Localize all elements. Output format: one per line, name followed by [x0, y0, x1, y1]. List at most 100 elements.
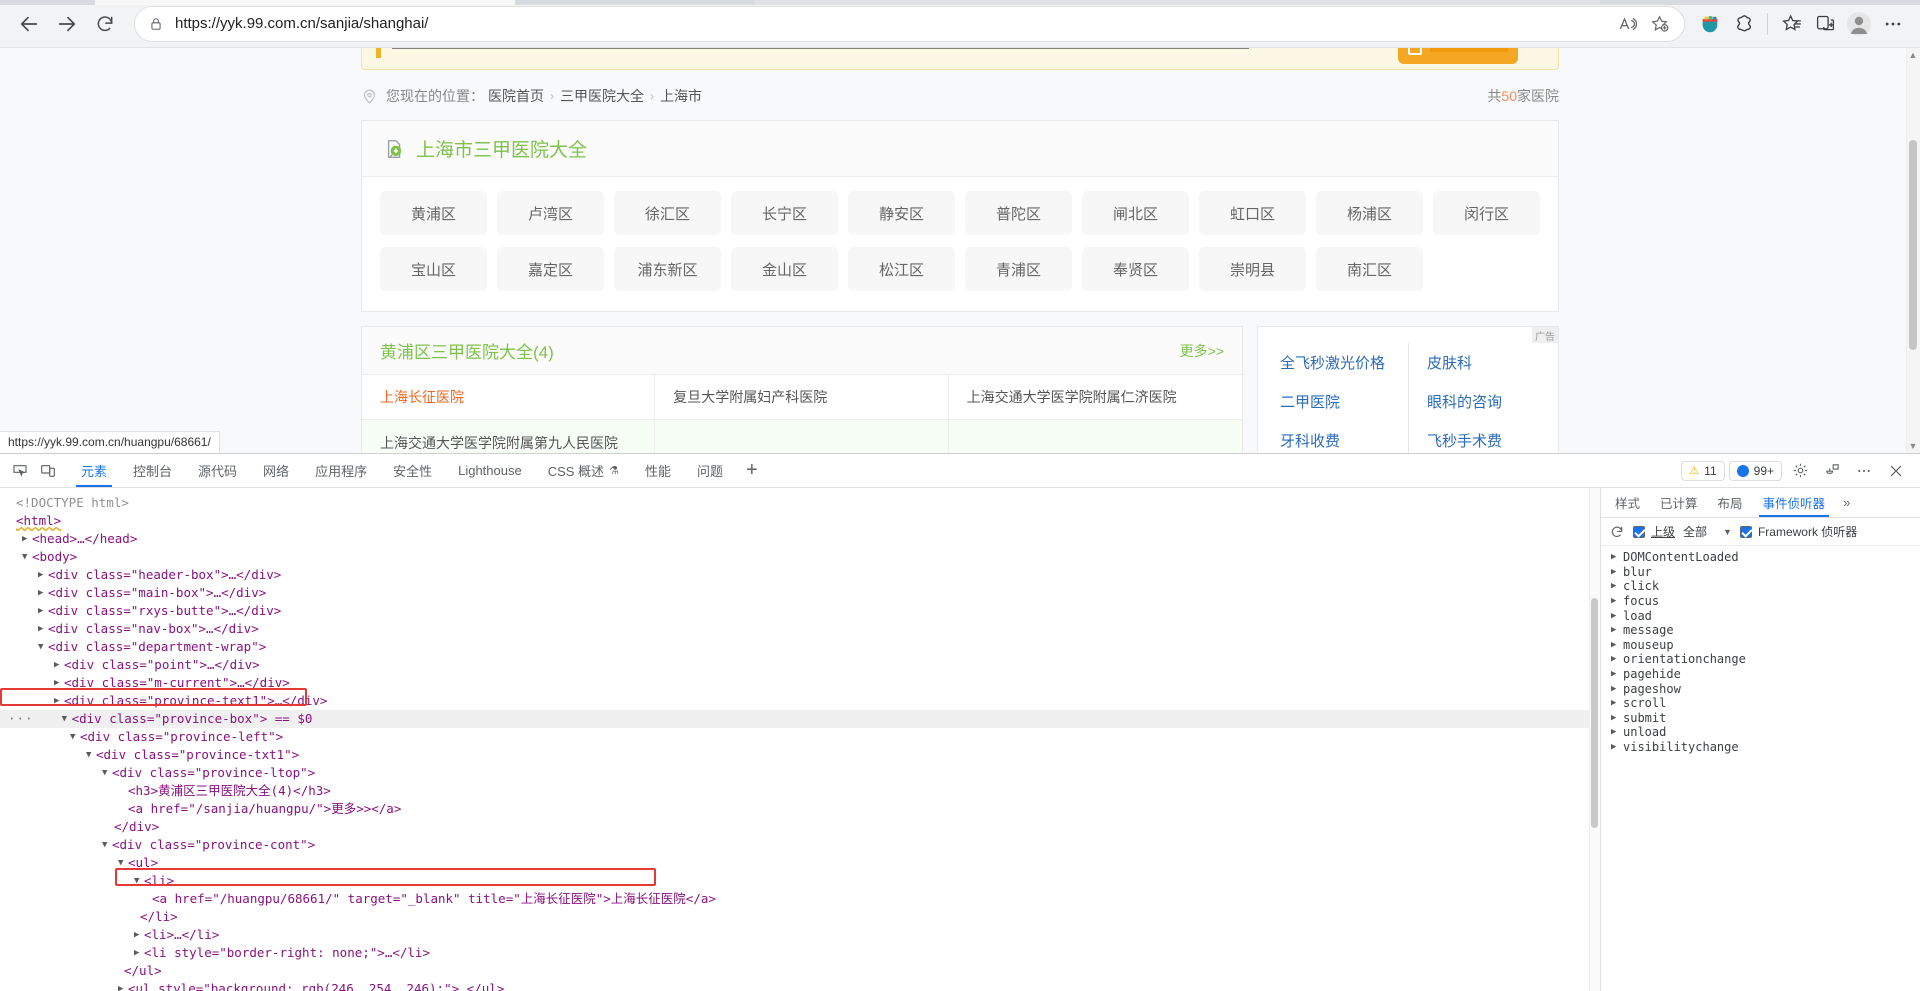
- hospital-item[interactable]: 复旦大学附属妇产科医院: [655, 375, 949, 420]
- event-listener-row[interactable]: ▶ submit: [1601, 711, 1920, 726]
- expand-triangle-icon[interactable]: ▶: [1611, 581, 1623, 591]
- top-promo-banner[interactable]: [361, 48, 1559, 70]
- dom-line-li-3[interactable]: ▶ <li style="border-right: none;">…</li>: [0, 944, 1600, 962]
- tab-console[interactable]: 控制台: [120, 454, 185, 487]
- expand-triangle-icon[interactable]: ▶: [54, 656, 64, 674]
- dom-line-province-box-selected[interactable]: ··· ▼ <div class="province-box"> == $0: [0, 710, 1600, 728]
- dom-line-h3[interactable]: <h3>黄浦区三甲医院大全(4)</h3>: [0, 782, 1600, 800]
- district-button[interactable]: 普陀区: [965, 191, 1072, 235]
- sidebar-tab-layout[interactable]: 布局: [1708, 488, 1753, 517]
- breadcrumb-item-home[interactable]: 医院首页: [488, 86, 544, 106]
- event-listener-row[interactable]: ▶ DOMContentLoaded: [1601, 550, 1920, 565]
- district-button[interactable]: 浦东新区: [614, 247, 721, 291]
- banner-cta-button[interactable]: [1398, 48, 1518, 64]
- district-button[interactable]: 崇明县: [1199, 247, 1306, 291]
- dom-line-header-box[interactable]: ▶ <div class="header-box">…</div>: [0, 566, 1600, 584]
- event-listener-row[interactable]: ▶ unload: [1601, 725, 1920, 740]
- browser-tab-active[interactable]: [95, 0, 515, 5]
- expand-triangle-icon[interactable]: ▶: [134, 944, 144, 962]
- message-count-badge[interactable]: 99+: [1728, 460, 1782, 481]
- dom-line-anchor-hospital[interactable]: <a href="/huangpu/68661/" target="_blank…: [0, 890, 1600, 908]
- hospital-list-more-link[interactable]: 更多>>: [1180, 341, 1224, 361]
- page-scrollbar[interactable]: ▲ ▼: [1906, 48, 1920, 453]
- expand-triangle-icon[interactable]: ▶: [1611, 567, 1623, 577]
- expand-triangle-icon[interactable]: ▶: [1611, 611, 1623, 621]
- ancestors-checkbox[interactable]: [1633, 525, 1645, 538]
- breadcrumb-ellipsis[interactable]: ···: [8, 710, 34, 728]
- tab-strip[interactable]: [0, 0, 1920, 5]
- dom-line-province-left[interactable]: ▼ <div class="province-left">: [0, 728, 1600, 746]
- event-filter-select[interactable]: 全部 ▼: [1681, 523, 1734, 540]
- collections-colorful-icon[interactable]: [1693, 7, 1727, 41]
- devtools-more-options-icon[interactable]: [1850, 458, 1878, 484]
- district-button[interactable]: 奉贤区: [1082, 247, 1189, 291]
- tab-security[interactable]: 安全性: [380, 454, 445, 487]
- more-tabs-button[interactable]: +: [736, 454, 768, 487]
- warning-count-badge[interactable]: ⚠ 11: [1681, 460, 1725, 481]
- dom-line-ul-2[interactable]: ▶ <ul style="background: rgb(246, 254, 24…: [0, 980, 1600, 991]
- ad-link[interactable]: 全飞秒激光价格: [1258, 343, 1408, 382]
- dom-line-body[interactable]: ▼ <body>: [0, 548, 1600, 566]
- collapse-triangle-icon[interactable]: ▼: [70, 728, 80, 746]
- district-button[interactable]: 金山区: [731, 247, 838, 291]
- district-button[interactable]: 虹口区: [1199, 191, 1306, 235]
- expand-triangle-icon[interactable]: ▶: [1611, 698, 1623, 708]
- expand-triangle-icon[interactable]: ▶: [1611, 640, 1623, 650]
- devtools-close-icon[interactable]: [1882, 458, 1910, 484]
- ad-link[interactable]: 飞秒手术费: [1408, 421, 1558, 453]
- dom-line-more-anchor[interactable]: <a href="/sanjia/huangpu/">更多>></a>: [0, 800, 1600, 818]
- event-listener-row[interactable]: ▶ pageshow: [1601, 681, 1920, 696]
- expand-triangle-icon[interactable]: ▶: [1611, 596, 1623, 606]
- dom-line-rxys-butte[interactable]: ▶ <div class="rxys-butte">…</div>: [0, 602, 1600, 620]
- forward-button[interactable]: [48, 5, 86, 43]
- collapse-triangle-icon[interactable]: ▼: [22, 548, 32, 566]
- sidebar-tab-computed[interactable]: 已计算: [1650, 488, 1708, 517]
- inspect-element-icon[interactable]: [6, 458, 34, 484]
- collapse-triangle-icon[interactable]: ▼: [102, 836, 112, 854]
- expand-triangle-icon[interactable]: ▶: [38, 566, 48, 584]
- dom-line-html[interactable]: <html>: [0, 512, 1600, 530]
- dom-line-department-wrap[interactable]: ▼ <div class="department-wrap">: [0, 638, 1600, 656]
- collapse-triangle-icon[interactable]: ▼: [62, 710, 72, 728]
- dom-line-li-2[interactable]: ▶ <li>…</li>: [0, 926, 1600, 944]
- hospital-item[interactable]: 上海交通大学医学院附属第九人民医院: [362, 420, 656, 453]
- expand-triangle-icon[interactable]: ▶: [38, 584, 48, 602]
- collapse-triangle-icon[interactable]: ▼: [86, 746, 96, 764]
- framework-listeners-checkbox[interactable]: [1739, 525, 1752, 538]
- address-bar[interactable]: https://yyk.99.com.cn/sanjia/shanghai/: [134, 5, 1685, 42]
- devtools-customize-icon[interactable]: [1818, 458, 1846, 484]
- dom-line-province-text1-a[interactable]: ▶ <div class="province-text1">…</div>: [0, 692, 1600, 710]
- district-button[interactable]: 嘉定区: [497, 247, 604, 291]
- collapse-triangle-icon[interactable]: ▼: [118, 854, 128, 872]
- tab-sources[interactable]: 源代码: [185, 454, 250, 487]
- district-button[interactable]: 静安区: [848, 191, 955, 235]
- expand-triangle-icon[interactable]: ▶: [38, 602, 48, 620]
- district-button[interactable]: 闸北区: [1082, 191, 1189, 235]
- expand-triangle-icon[interactable]: ▶: [118, 980, 128, 991]
- hospital-item[interactable]: 上海长征医院: [362, 375, 656, 420]
- tab-issues[interactable]: 问题: [684, 454, 736, 487]
- event-listener-row[interactable]: ▶ scroll: [1601, 696, 1920, 711]
- browser-settings-more-icon[interactable]: [1876, 7, 1910, 41]
- event-listener-row[interactable]: ▶ blur: [1601, 565, 1920, 580]
- event-listener-row[interactable]: ▶ load: [1601, 608, 1920, 623]
- scroll-up-arrow[interactable]: ▲: [1908, 50, 1918, 60]
- dom-line-main-box[interactable]: ▶ <div class="main-box">…</div>: [0, 584, 1600, 602]
- event-listener-row[interactable]: ▶ message: [1601, 623, 1920, 638]
- dom-line-province-ltop[interactable]: ▼ <div class="province-ltop">: [0, 764, 1600, 782]
- district-button[interactable]: 宝山区: [380, 247, 487, 291]
- dom-tree-pane[interactable]: <!DOCTYPE html> <html> ▶ <head>…</head> ▼…: [0, 488, 1600, 991]
- dom-line-li[interactable]: ▼ <li>: [0, 872, 1600, 890]
- district-button[interactable]: 黄浦区: [380, 191, 487, 235]
- device-toolbar-icon[interactable]: [34, 458, 62, 484]
- event-listener-row[interactable]: ▶ visibilitychange: [1601, 740, 1920, 755]
- tab-lighthouse[interactable]: Lighthouse: [445, 454, 535, 487]
- district-button[interactable]: 南汇区: [1316, 247, 1423, 291]
- browser-tab-other[interactable]: [755, 0, 1600, 5]
- dom-line-ul[interactable]: ▼ <ul>: [0, 854, 1600, 872]
- event-listener-row[interactable]: ▶ pagehide: [1601, 667, 1920, 682]
- collapse-triangle-icon[interactable]: ▼: [102, 764, 112, 782]
- ad-link[interactable]: 二甲医院: [1258, 382, 1408, 421]
- ad-link[interactable]: 牙科收费: [1258, 421, 1408, 453]
- devtools-settings-gear-icon[interactable]: [1786, 458, 1814, 484]
